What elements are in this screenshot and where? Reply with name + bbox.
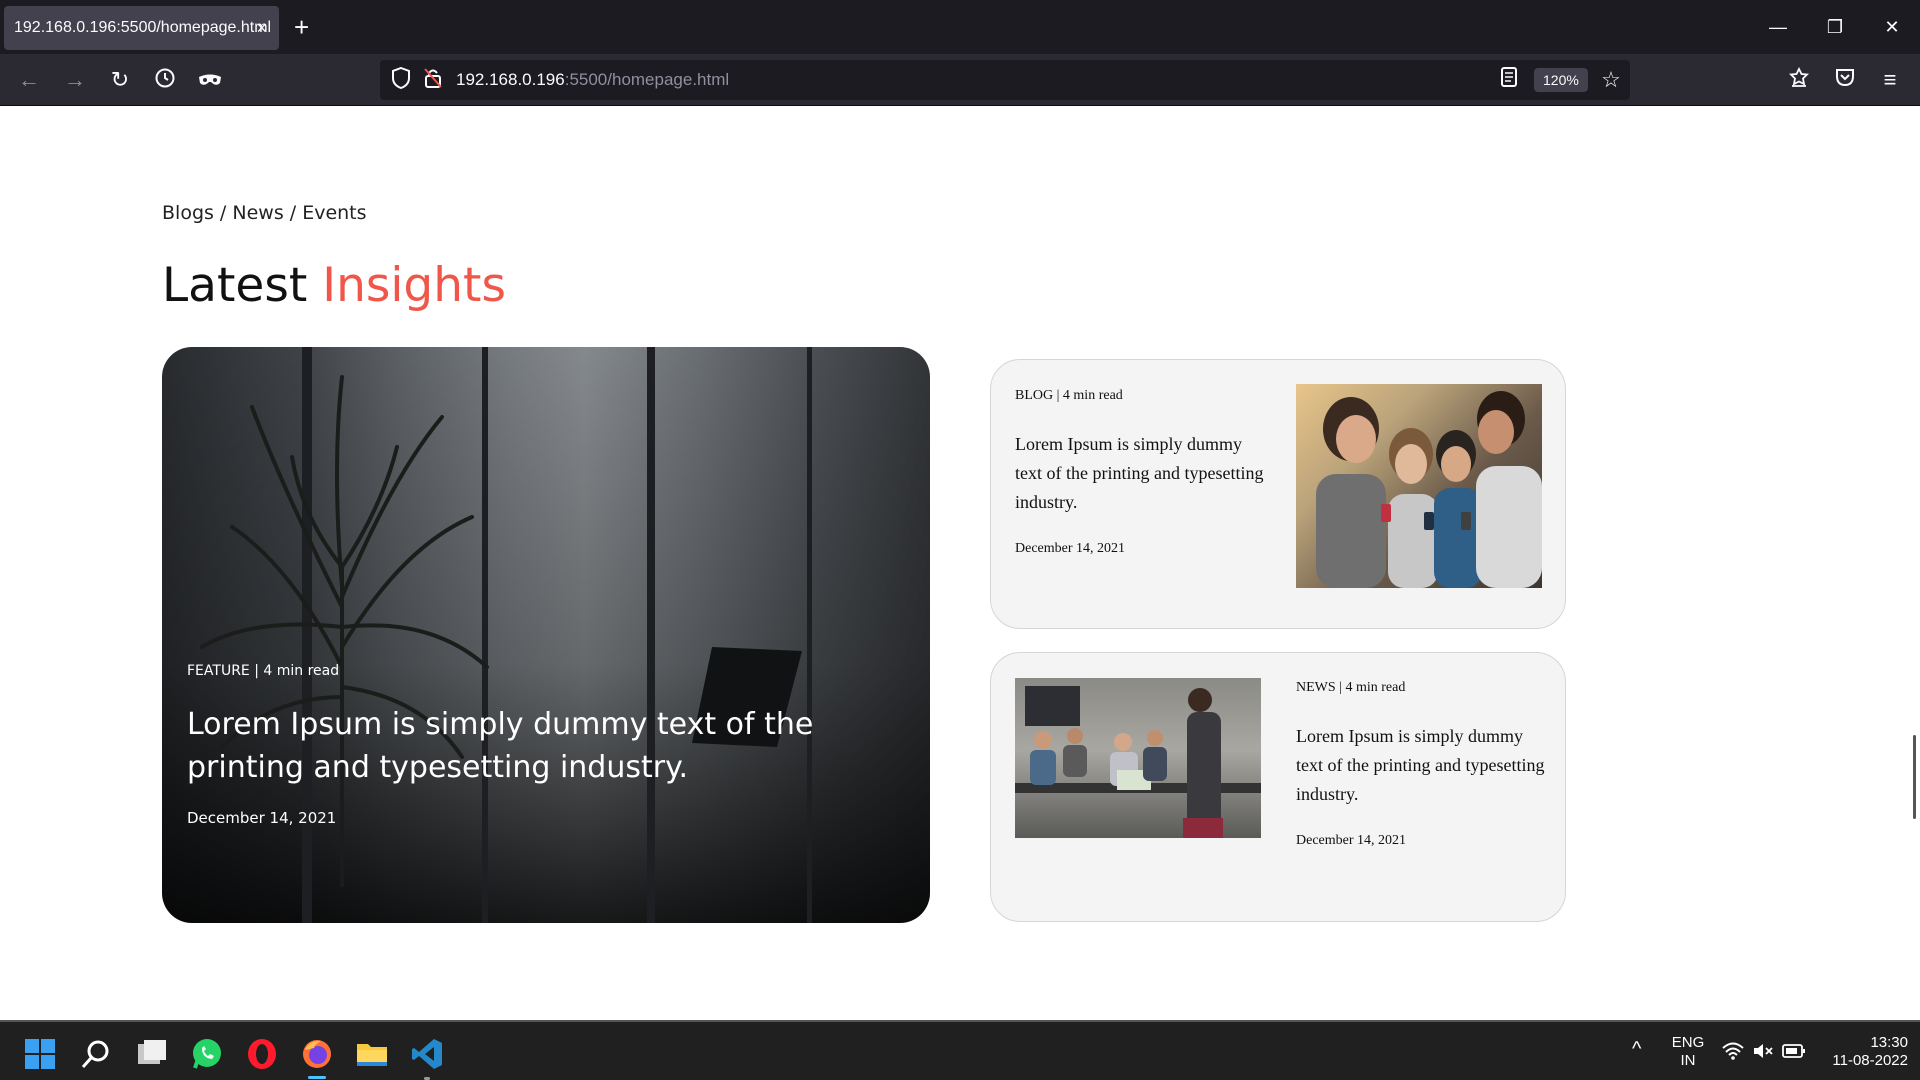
chevron-up-icon[interactable]: ^: [1632, 1039, 1641, 1059]
tab-close-icon[interactable]: ×: [256, 6, 267, 50]
close-window-button[interactable]: ✕: [1872, 12, 1912, 42]
browser-tab[interactable]: 192.168.0.196:5500/homepage.html ×: [4, 6, 279, 50]
battery-icon[interactable]: [1782, 1043, 1814, 1075]
url-text[interactable]: 192.168.0.196:5500/homepage.html: [456, 60, 729, 100]
history-clock-icon[interactable]: [152, 67, 178, 93]
address-bar[interactable]: 192.168.0.196:5500/homepage.html 120% ☆: [380, 60, 1630, 100]
kids-with-phones-image: [1296, 384, 1542, 588]
volume-muted-icon[interactable]: [1752, 1042, 1784, 1074]
insecure-lock-icon[interactable]: [420, 67, 446, 93]
blog-article-content: BLOG | 4 min read Lorem Ipsum is simply …: [1015, 388, 1265, 557]
news-article-card[interactable]: NEWS | 4 min read Lorem Ipsum is simply …: [990, 652, 1566, 922]
blog-article-card[interactable]: BLOG | 4 min read Lorem Ipsum is simply …: [990, 359, 1566, 629]
tab-title: 192.168.0.196:5500/homepage.html: [14, 19, 272, 36]
url-host: 192.168.0.196: [456, 70, 565, 89]
windows-taskbar: ^ ENG IN 13:30 11-08-2022: [0, 1020, 1920, 1080]
bookmarks-menu-icon[interactable]: [1786, 66, 1812, 93]
reload-icon[interactable]: ↻: [107, 67, 133, 93]
page-scrollbar-thumb[interactable]: [1913, 735, 1916, 819]
private-mask-icon[interactable]: [197, 67, 223, 93]
whatsapp-icon[interactable]: [191, 1038, 223, 1070]
blog-meta: BLOG | 4 min read: [1015, 388, 1123, 403]
vscode-icon[interactable]: [411, 1038, 443, 1070]
windows-start-icon[interactable]: [24, 1038, 56, 1070]
feature-article-card[interactable]: FEATURE | 4 min read Lorem Ipsum is simp…: [162, 347, 930, 923]
browser-navbar: ← → ↻ 192.168.0.196:5500/homepage.html 1…: [0, 54, 1920, 106]
shield-icon[interactable]: [388, 66, 414, 93]
window-frame: [807, 347, 812, 923]
feature-article-content: FEATURE | 4 min read Lorem Ipsum is simp…: [187, 663, 907, 827]
clock-date: 11-08-2022: [1832, 1052, 1908, 1069]
pocket-icon[interactable]: [1832, 67, 1858, 93]
breadcrumb: Blogs / News / Events: [162, 202, 367, 224]
wifi-icon[interactable]: [1722, 1042, 1754, 1074]
forward-arrow-icon[interactable]: →: [62, 67, 88, 93]
news-meta: NEWS | 4 min read: [1296, 680, 1406, 695]
task-view-icon[interactable]: [136, 1038, 168, 1070]
bookmark-star-icon[interactable]: ☆: [1598, 67, 1624, 93]
blog-title[interactable]: Lorem Ipsum is simply dummy text of the …: [1015, 430, 1265, 517]
window-frame: [647, 347, 655, 923]
browser-titlebar: 192.168.0.196:5500/homepage.html × + — ❐…: [0, 0, 1920, 54]
hamburger-menu-icon[interactable]: ≡: [1877, 67, 1903, 93]
news-title[interactable]: Lorem Ipsum is simply dummy text of the …: [1296, 722, 1546, 809]
restore-button[interactable]: ❐: [1815, 12, 1855, 42]
feature-meta: FEATURE | 4 min read: [187, 663, 340, 679]
page-title: Latest Insights: [162, 258, 506, 313]
url-path: :5500/homepage.html: [564, 70, 730, 89]
clock-time: 13:30: [1870, 1034, 1908, 1051]
new-tab-button[interactable]: +: [294, 12, 309, 42]
firefox-icon[interactable]: [301, 1038, 333, 1070]
opera-icon[interactable]: [246, 1038, 278, 1070]
search-icon[interactable]: [80, 1038, 112, 1070]
page-title-accent: Insights: [322, 258, 506, 313]
page-title-main: Latest: [162, 258, 308, 313]
active-app-indicator: [308, 1076, 326, 1079]
clock[interactable]: 13:30 11-08-2022: [1818, 1034, 1908, 1070]
minimize-button[interactable]: —: [1758, 12, 1798, 42]
news-date: December 14, 2021: [1296, 833, 1407, 848]
region-code: IN: [1680, 1052, 1696, 1069]
language-indicator[interactable]: ENG IN: [1668, 1034, 1708, 1070]
blog-date: December 14, 2021: [1015, 541, 1126, 556]
language-code: ENG: [1671, 1034, 1705, 1051]
zoom-level-badge[interactable]: 120%: [1534, 68, 1588, 92]
back-arrow-icon[interactable]: ←: [16, 67, 42, 93]
feature-title[interactable]: Lorem Ipsum is simply dummy text of the …: [187, 703, 907, 789]
file-explorer-icon[interactable]: [356, 1038, 388, 1070]
reader-view-icon[interactable]: [1496, 67, 1522, 93]
news-article-content: NEWS | 4 min read Lorem Ipsum is simply …: [1296, 680, 1546, 849]
feature-date: December 14, 2021: [187, 809, 337, 827]
classroom-image: [1015, 678, 1261, 838]
